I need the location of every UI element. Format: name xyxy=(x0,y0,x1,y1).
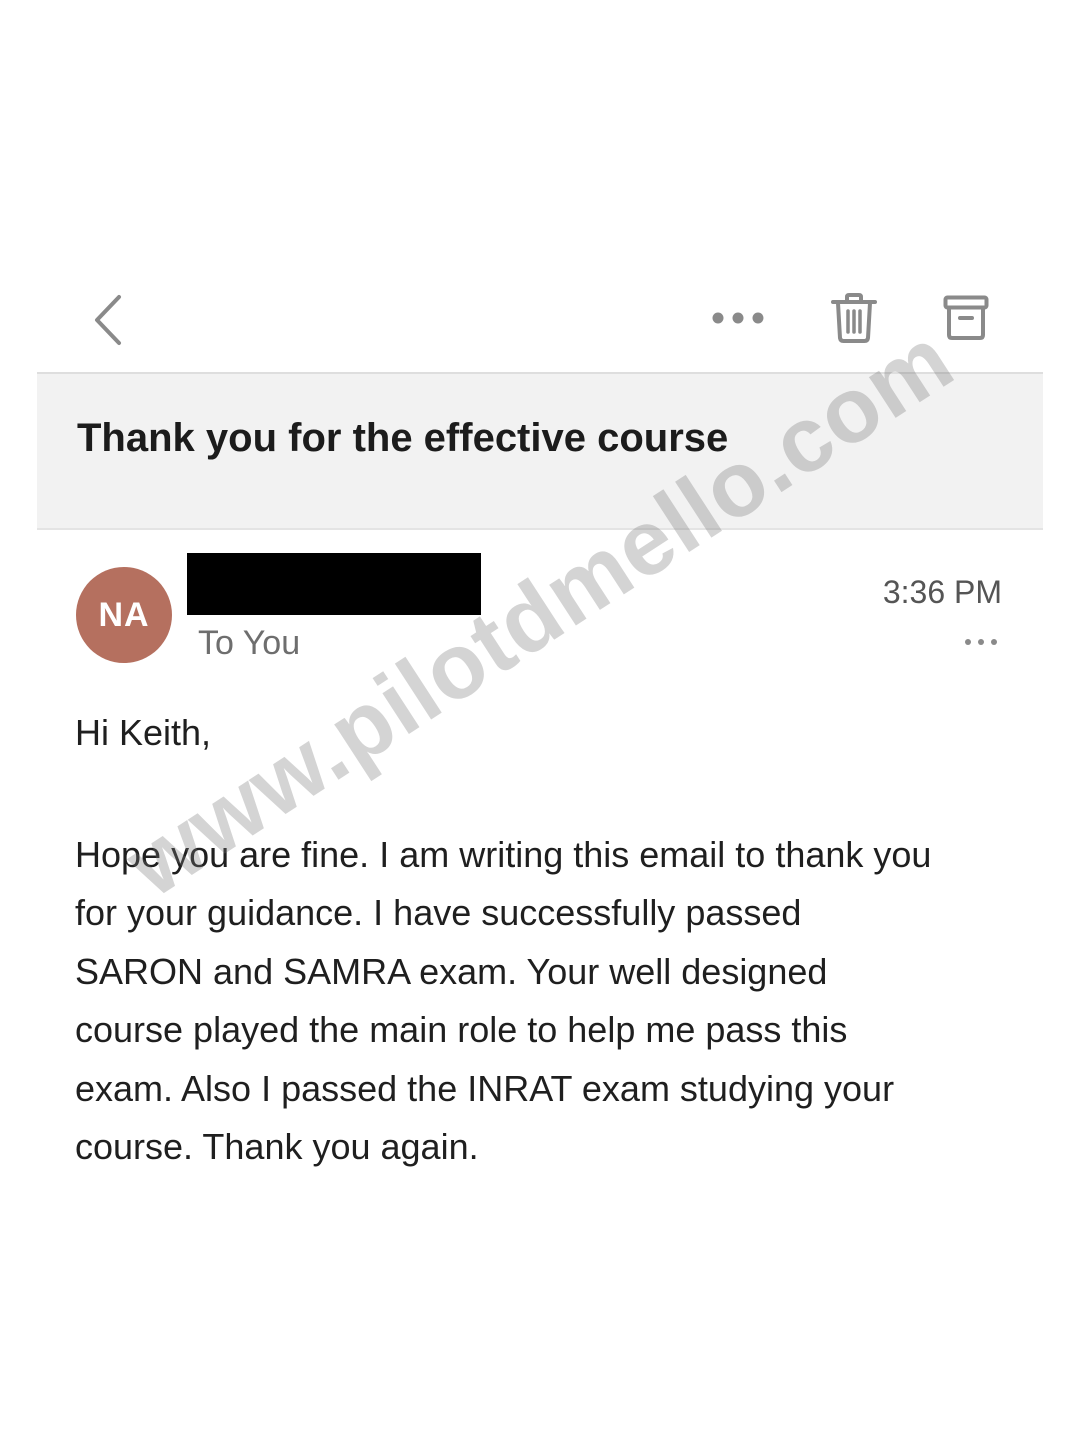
archive-button[interactable] xyxy=(934,286,998,350)
delete-button[interactable] xyxy=(822,286,886,350)
avatar-initials: NA xyxy=(98,595,150,634)
archive-icon xyxy=(943,295,989,340)
ellipsis-small-icon xyxy=(965,639,997,645)
email-greeting: Hi Keith, xyxy=(75,712,212,753)
body-line: SARON and SAMRA exam. Your well designed xyxy=(75,950,828,992)
back-button[interactable] xyxy=(80,290,136,350)
body-line: for your guidance. I have successfully p… xyxy=(75,892,802,934)
top-toolbar xyxy=(0,270,1080,370)
trash-icon xyxy=(831,293,877,343)
email-subject: Thank you for the effective course xyxy=(77,416,729,460)
body-line: course. Thank you again. xyxy=(75,1126,479,1168)
more-actions-button[interactable] xyxy=(700,294,776,342)
body-line: course played the main role to help me p… xyxy=(75,1009,848,1051)
subject-bar: Thank you for the effective course xyxy=(37,372,1043,530)
ellipsis-icon xyxy=(712,312,764,324)
recipient-line[interactable]: To You xyxy=(198,624,300,663)
chevron-left-icon xyxy=(95,295,121,345)
email-timestamp: 3:36 PM xyxy=(882,574,1002,610)
sender-name-redacted xyxy=(187,553,481,615)
message-options-button[interactable] xyxy=(960,628,1002,656)
sender-avatar[interactable]: NA xyxy=(76,567,172,663)
email-body: Hope you are fine. I am writing this ema… xyxy=(75,826,1015,1176)
body-line: Hope you are fine. I am writing this ema… xyxy=(75,834,932,875)
body-line: exam. Also I passed the INRAT exam study… xyxy=(75,1067,895,1109)
